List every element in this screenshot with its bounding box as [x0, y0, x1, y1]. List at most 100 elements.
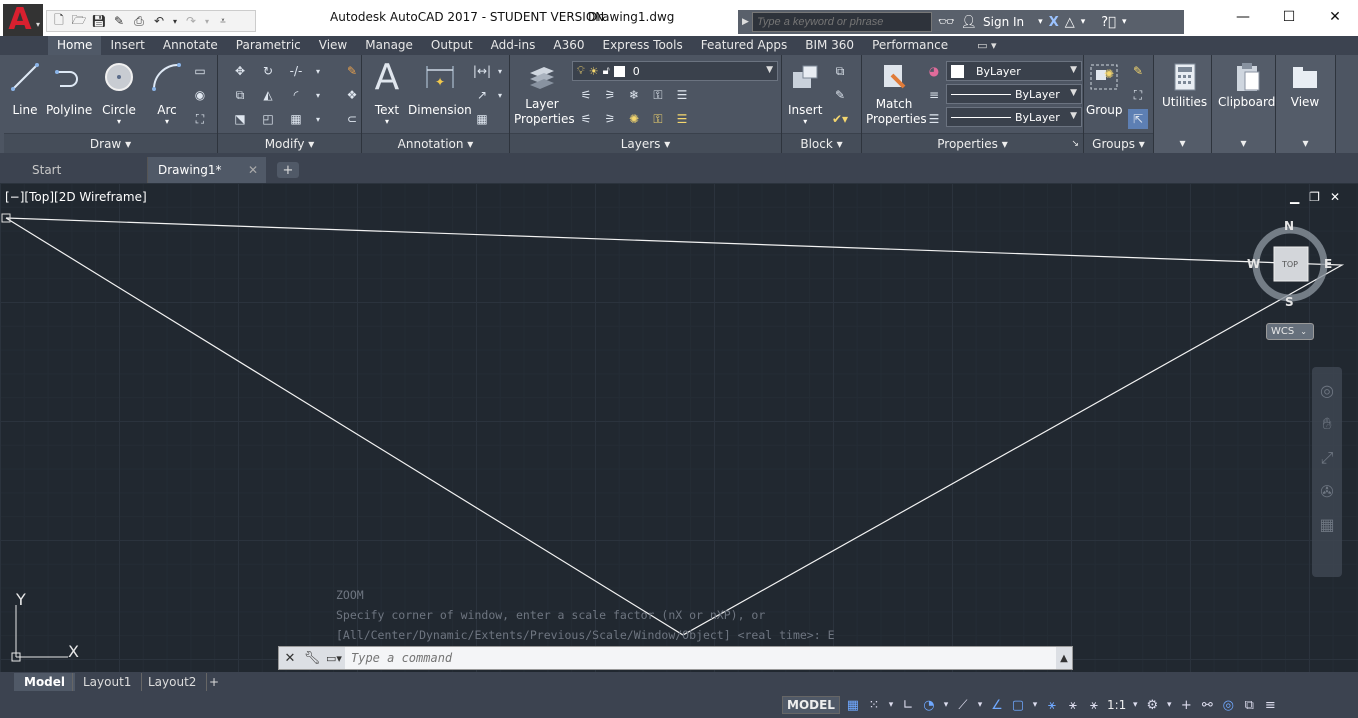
make-current-icon[interactable]: ⚟ — [576, 109, 596, 129]
chevron-down-icon[interactable]: ▾ — [1031, 700, 1039, 710]
redo-icon[interactable]: ↷ — [183, 14, 199, 28]
tab-a360[interactable]: A360 — [544, 36, 593, 55]
wcs-menu[interactable]: WCS ⌄ — [1266, 323, 1314, 340]
chevron-down-icon[interactable]: ▾ — [1165, 700, 1173, 710]
tab-layout2[interactable]: Layout2 — [138, 673, 208, 691]
panel-clipboard[interactable]: Clipboard ▾ — [1212, 55, 1276, 153]
file-tab-drawing1[interactable]: Drawing1* ✕ — [148, 157, 266, 183]
insert-block-button[interactable]: Insert ▾ — [788, 61, 822, 126]
ribbon-minimize-icon[interactable]: ▭ ▾ — [977, 37, 996, 55]
layer-freeze-icon[interactable]: ❄ — [624, 85, 644, 105]
clean-screen-icon[interactable]: ⧉ — [1241, 698, 1257, 713]
tab-parametric[interactable]: Parametric — [227, 36, 310, 55]
chevron-down-icon[interactable]: ▾ — [942, 700, 950, 710]
arc-tool-button[interactable]: Arc ▾ — [150, 61, 184, 126]
expand-search-icon[interactable]: ▶ — [742, 17, 749, 27]
edit-block-icon[interactable]: ✎ — [830, 85, 850, 105]
layer-isolate-icon[interactable]: ⚞ — [600, 85, 620, 105]
linear-dimension-icon[interactable]: |↔| — [472, 61, 492, 81]
trim-icon[interactable]: -/- — [286, 61, 306, 81]
rotate-icon[interactable]: ↻ — [258, 61, 278, 81]
linetype-dropdown[interactable]: ByLayer ▼ — [946, 84, 1082, 104]
close-icon[interactable]: ✕ — [1312, 0, 1358, 34]
object-snap-icon[interactable]: ▢ — [1010, 698, 1026, 713]
fillet-icon[interactable]: ◜ — [286, 85, 306, 105]
command-prompt-icon[interactable]: ▭▾ — [323, 647, 345, 669]
compass-north[interactable]: N — [1284, 219, 1294, 233]
minimize-icon[interactable]: — — [1220, 0, 1266, 34]
new-tab-button[interactable]: + — [277, 162, 299, 178]
layer-states-icon[interactable]: ☰ — [672, 85, 692, 105]
snap-icon[interactable]: ⁙ — [866, 698, 882, 713]
tab-view[interactable]: View — [310, 36, 356, 55]
erase-icon[interactable]: ✎ — [342, 61, 362, 81]
tab-annotate[interactable]: Annotate — [154, 36, 227, 55]
array-icon[interactable]: ▦ — [286, 109, 306, 129]
undo-icon[interactable]: ↶ — [151, 14, 167, 28]
user-icon[interactable]: 👤︎ — [961, 15, 978, 30]
chevron-down-icon[interactable]: ▾ — [385, 118, 389, 126]
undo-dropdown-icon[interactable]: ▾ — [171, 14, 179, 28]
create-block-icon[interactable]: ⧉ — [830, 61, 850, 81]
ortho-icon[interactable]: ∟ — [900, 698, 916, 713]
tab-home[interactable]: Home — [48, 36, 102, 55]
wrench-icon[interactable]: 🔧︎ — [301, 647, 323, 669]
tab-express-tools[interactable]: Express Tools — [594, 36, 692, 55]
restore-viewport-icon[interactable]: ❐ — [1309, 190, 1320, 204]
attribute-icon[interactable]: ✔▾ — [830, 109, 850, 129]
explode-icon[interactable]: ❖ — [342, 85, 362, 105]
tab-performance[interactable]: Performance — [863, 36, 957, 55]
chevron-down-icon[interactable]: ▾ — [117, 118, 121, 126]
viewcube[interactable]: N S E W TOP — [1247, 217, 1334, 309]
zoom-extents-icon[interactable]: ⤢ — [1321, 448, 1334, 468]
command-input[interactable] — [345, 647, 1056, 669]
annotation-scale-value[interactable]: 1:1 — [1107, 698, 1126, 712]
tab-layout1[interactable]: Layout1 — [72, 673, 143, 691]
auto-scale-icon[interactable]: ⚹ — [1065, 698, 1081, 713]
lineweight-dropdown[interactable]: ByLayer ▼ — [946, 107, 1082, 127]
object-snap-tracking-icon[interactable]: ∠ — [989, 698, 1005, 713]
search-input[interactable] — [752, 12, 932, 32]
drawing-canvas[interactable]: [−][Top][2D Wireframe] ▁ ❐ ✕ N S E W TOP… — [0, 183, 1358, 672]
grid-icon[interactable]: ▦ — [845, 698, 861, 713]
customize-qat-icon[interactable]: ⩡ — [215, 14, 231, 28]
binoculars-icon[interactable]: 👓︎ — [938, 15, 955, 30]
tab-bim-360[interactable]: BIM 360 — [796, 36, 863, 55]
tab-model[interactable]: Model — [14, 673, 76, 691]
tab-manage[interactable]: Manage — [356, 36, 422, 55]
layer-walk-icon[interactable]: ☰ — [672, 109, 692, 129]
text-tool-button[interactable]: A Text ▾ — [370, 57, 404, 126]
match-properties-button[interactable]: Match Properties — [866, 61, 927, 127]
redo-dropdown-icon[interactable]: ▾ — [203, 14, 211, 28]
offset-icon[interactable]: ⊂ — [342, 109, 362, 129]
tab-featured-apps[interactable]: Featured Apps — [692, 36, 796, 55]
ungroup-icon[interactable]: ✎ — [1128, 61, 1148, 81]
block-panel-title[interactable]: Block ▾ — [782, 133, 861, 153]
circle-tool-button[interactable]: Circle ▾ — [102, 61, 136, 126]
save-icon[interactable]: 💾︎ — [91, 14, 107, 28]
dimension-tool-button[interactable]: ✦ Dimension — [408, 61, 472, 118]
maximize-icon[interactable]: ☐ — [1266, 0, 1312, 34]
panel-utilities[interactable]: Utilities ▾ — [1154, 55, 1212, 153]
close-viewport-icon[interactable]: ✕ — [1330, 190, 1340, 204]
chevron-down-icon[interactable]: ▾ — [314, 85, 322, 105]
pan-icon[interactable]: ✋︎ — [1322, 414, 1331, 434]
save-as-icon[interactable]: ✎ — [111, 14, 127, 28]
panel-view[interactable]: View ▾ — [1276, 55, 1336, 153]
table-icon[interactable]: ▦ — [472, 109, 492, 129]
application-menu-button[interactable]: A ▾ — [3, 4, 43, 36]
tab-output[interactable]: Output — [422, 36, 482, 55]
hatch-icon[interactable]: ◉ — [190, 85, 210, 105]
exchange-apps-icon[interactable]: X — [1049, 15, 1059, 30]
viewcube-top-face[interactable]: TOP — [1282, 260, 1298, 269]
group-button[interactable]: ✺ Group — [1086, 61, 1123, 118]
triangle-polyline[interactable] — [5, 217, 1345, 636]
chevron-down-icon[interactable]: ▾ — [1081, 17, 1086, 27]
file-tab-start[interactable]: Start — [2, 157, 148, 183]
isometric-icon[interactable]: ⟋ — [955, 698, 971, 713]
chevron-down-icon[interactable]: ▾ — [1122, 17, 1127, 27]
close-tab-icon[interactable]: ✕ — [248, 163, 258, 177]
layer-unlock-icon[interactable]: ⚿ — [648, 109, 668, 129]
group-edit-icon[interactable]: ⛶ — [1128, 85, 1148, 105]
chevron-down-icon[interactable]: ▾ — [1131, 700, 1139, 710]
